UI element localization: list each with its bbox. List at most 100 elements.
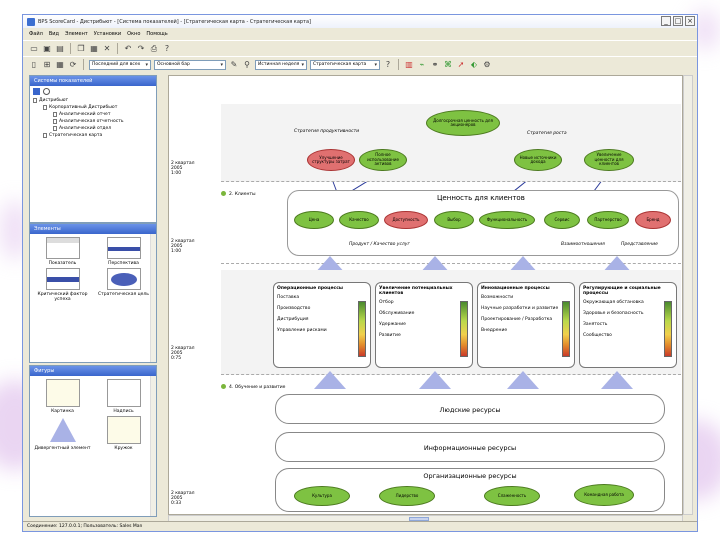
goal-new-revenue[interactable]: Новые источники дохода: [514, 149, 562, 171]
copy-icon[interactable]: ❐: [76, 44, 86, 54]
figures-panel: Фигуры Картинка Надпись Дивергентный эле…: [29, 365, 157, 517]
document-icon: [43, 105, 47, 110]
minimize-button[interactable]: _: [661, 16, 671, 26]
tree-item[interactable]: Аналитический отдел: [33, 125, 156, 132]
document-icon: [53, 126, 57, 131]
tree-item[interactable]: Дистрибьют: [33, 97, 156, 104]
perspective-select[interactable]: Последний для всех ▾: [89, 59, 151, 70]
tree-icon[interactable]: ⊞: [42, 60, 52, 70]
figures-scrollbar[interactable]: [150, 376, 156, 516]
figure-divergent[interactable]: Дивергентный элемент: [34, 416, 91, 451]
tree-item[interactable]: Стратегическая карта: [33, 132, 156, 139]
canvas-vertical-scrollbar[interactable]: [683, 75, 693, 515]
resource-information[interactable]: Информационные ресурсы: [275, 432, 665, 462]
document-icon: [53, 119, 57, 124]
binoculars-icon[interactable]: ⚲: [242, 60, 252, 70]
map-select[interactable]: Стратегическая карта ▾: [310, 59, 380, 70]
goal-customer-value[interactable]: Увеличение ценности для клиентов: [584, 149, 634, 171]
element-strategic-goal[interactable]: Стратегическая цель: [95, 268, 152, 302]
diagram-canvas[interactable]: 1. Финансы 2 квартал 2005 1:00 Долгосроч…: [168, 75, 683, 515]
help-icon[interactable]: ?: [383, 60, 393, 70]
open-icon[interactable]: ▣: [42, 44, 52, 54]
element-perspective[interactable]: Перспектива: [95, 237, 152, 266]
scorecard-icon[interactable]: [33, 88, 40, 95]
info-icon[interactable]: [43, 88, 50, 95]
save-icon[interactable]: ▤: [55, 44, 65, 54]
caption-product-quality: Продукт / Качество услуг: [349, 242, 410, 247]
process-operational[interactable]: Операционные процессы Поставка Производс…: [273, 282, 371, 368]
org-alignment[interactable]: Слаженность: [484, 486, 540, 506]
band-customers-meta: 2 квартал 2005 1:00: [171, 239, 195, 254]
app-window: BPS ScoreCard - Дистрибьют - [Система по…: [22, 14, 698, 532]
tree-item[interactable]: Аналитический отчет: [33, 111, 156, 118]
print-icon[interactable]: ⎙: [149, 44, 159, 54]
menu-element[interactable]: Элемент: [65, 31, 88, 37]
arrow-icon[interactable]: ➚: [456, 60, 466, 70]
interval-select[interactable]: Истинная неделя ▾: [255, 59, 307, 70]
menu-view[interactable]: Вид: [49, 31, 59, 37]
connect-icon[interactable]: ⌘: [443, 60, 453, 70]
element-indicator[interactable]: Показатель: [34, 237, 91, 266]
delete-icon[interactable]: ✕: [102, 44, 112, 54]
menu-settings[interactable]: Установки: [94, 31, 121, 37]
pen-icon[interactable]: ✎: [229, 60, 239, 70]
figure-caption[interactable]: Надпись: [95, 379, 152, 414]
maximize-button[interactable]: □: [673, 16, 683, 26]
value-functionality[interactable]: Функциональность: [479, 211, 535, 229]
value-quality[interactable]: Качество: [339, 211, 379, 229]
menu-window[interactable]: Окно: [127, 31, 140, 37]
caption-thumb: [106, 379, 141, 407]
org-teamwork[interactable]: Командная работа: [574, 484, 634, 506]
type-select[interactable]: Основной бар ▾: [154, 59, 226, 70]
menu-file[interactable]: Файл: [29, 31, 43, 37]
value-partnership[interactable]: Партнерство: [587, 211, 629, 229]
help-icon[interactable]: ?: [162, 44, 172, 54]
paste-icon[interactable]: ▦: [89, 44, 99, 54]
figure-circle[interactable]: Кружок: [95, 416, 152, 451]
customer-value-header: Ценность для клиентов: [437, 194, 525, 202]
redo-icon[interactable]: ↷: [136, 44, 146, 54]
process-customer[interactable]: Увеличение потенциальных клиентов Отбор …: [375, 282, 473, 368]
toolbar-main: ▭ ▣ ▤ ❐ ▦ ✕ ↶ ↷ ⎙ ?: [23, 40, 697, 56]
undo-icon[interactable]: ↶: [123, 44, 133, 54]
search-icon[interactable]: ⚭: [430, 60, 440, 70]
value-brand[interactable]: Бренд: [635, 211, 671, 229]
close-button[interactable]: ×: [685, 16, 695, 26]
element-label: Критический фактор успеха: [37, 292, 88, 302]
elements-scrollbar[interactable]: [150, 234, 156, 362]
refresh-icon[interactable]: ⟳: [68, 60, 78, 70]
chart-icon[interactable]: ▥: [404, 60, 414, 70]
tag-icon[interactable]: ⬖: [469, 60, 479, 70]
value-price[interactable]: Цена: [294, 211, 334, 229]
element-label: Перспектива: [108, 261, 139, 266]
toolbar-view: ▯ ⊞ ▦ ⟳ Последний для всех ▾ Основной бар…: [23, 56, 697, 72]
org-leadership[interactable]: Лидерство: [379, 486, 435, 506]
new-icon[interactable]: ▭: [29, 44, 39, 54]
process-item: Дистрибуция: [277, 317, 309, 322]
figure-picture[interactable]: Картинка: [34, 379, 91, 414]
org-culture[interactable]: Культура: [294, 486, 350, 506]
systems-panel: Системы показателей Дистрибьют Корпорати…: [29, 75, 157, 223]
goal-asset-utilization[interactable]: Полное использование активов: [359, 149, 407, 171]
page-icon[interactable]: ▯: [29, 60, 39, 70]
chevron-down-icon: ▾: [374, 61, 377, 68]
goal-cost-structure[interactable]: Улучшение структуры затрат: [307, 149, 355, 171]
band-learning-meta: 2 квартал 2005 0:33: [171, 491, 195, 506]
app-icon: [27, 17, 35, 26]
tree-item[interactable]: Корпоративный Дистрибьют: [33, 104, 156, 111]
tree-item-label: Стратегическая карта: [49, 133, 103, 138]
menu-help[interactable]: Помощь: [146, 31, 167, 37]
value-choice[interactable]: Выбор: [434, 211, 474, 229]
value-service[interactable]: Сервис: [544, 211, 580, 229]
value-availability[interactable]: Доступность: [384, 211, 428, 229]
element-critical-factor[interactable]: Критический фактор успеха: [34, 268, 91, 302]
resource-human[interactable]: Людские ресурсы: [275, 394, 665, 424]
grid-icon[interactable]: ▦: [55, 60, 65, 70]
process-regulatory[interactable]: Регулирующие и социальные процессы Окруж…: [579, 282, 677, 368]
goal-shareholder-value[interactable]: Долгосрочная ценность для акционеров: [426, 110, 500, 136]
tree-item[interactable]: Аналитическая отчетность: [33, 118, 156, 125]
settings-icon[interactable]: ⚙: [482, 60, 492, 70]
elements-panel-title: Элементы: [30, 224, 156, 234]
link-icon[interactable]: ⌁: [417, 60, 427, 70]
process-innovation[interactable]: Инновационные процессы Возможности Научн…: [477, 282, 575, 368]
